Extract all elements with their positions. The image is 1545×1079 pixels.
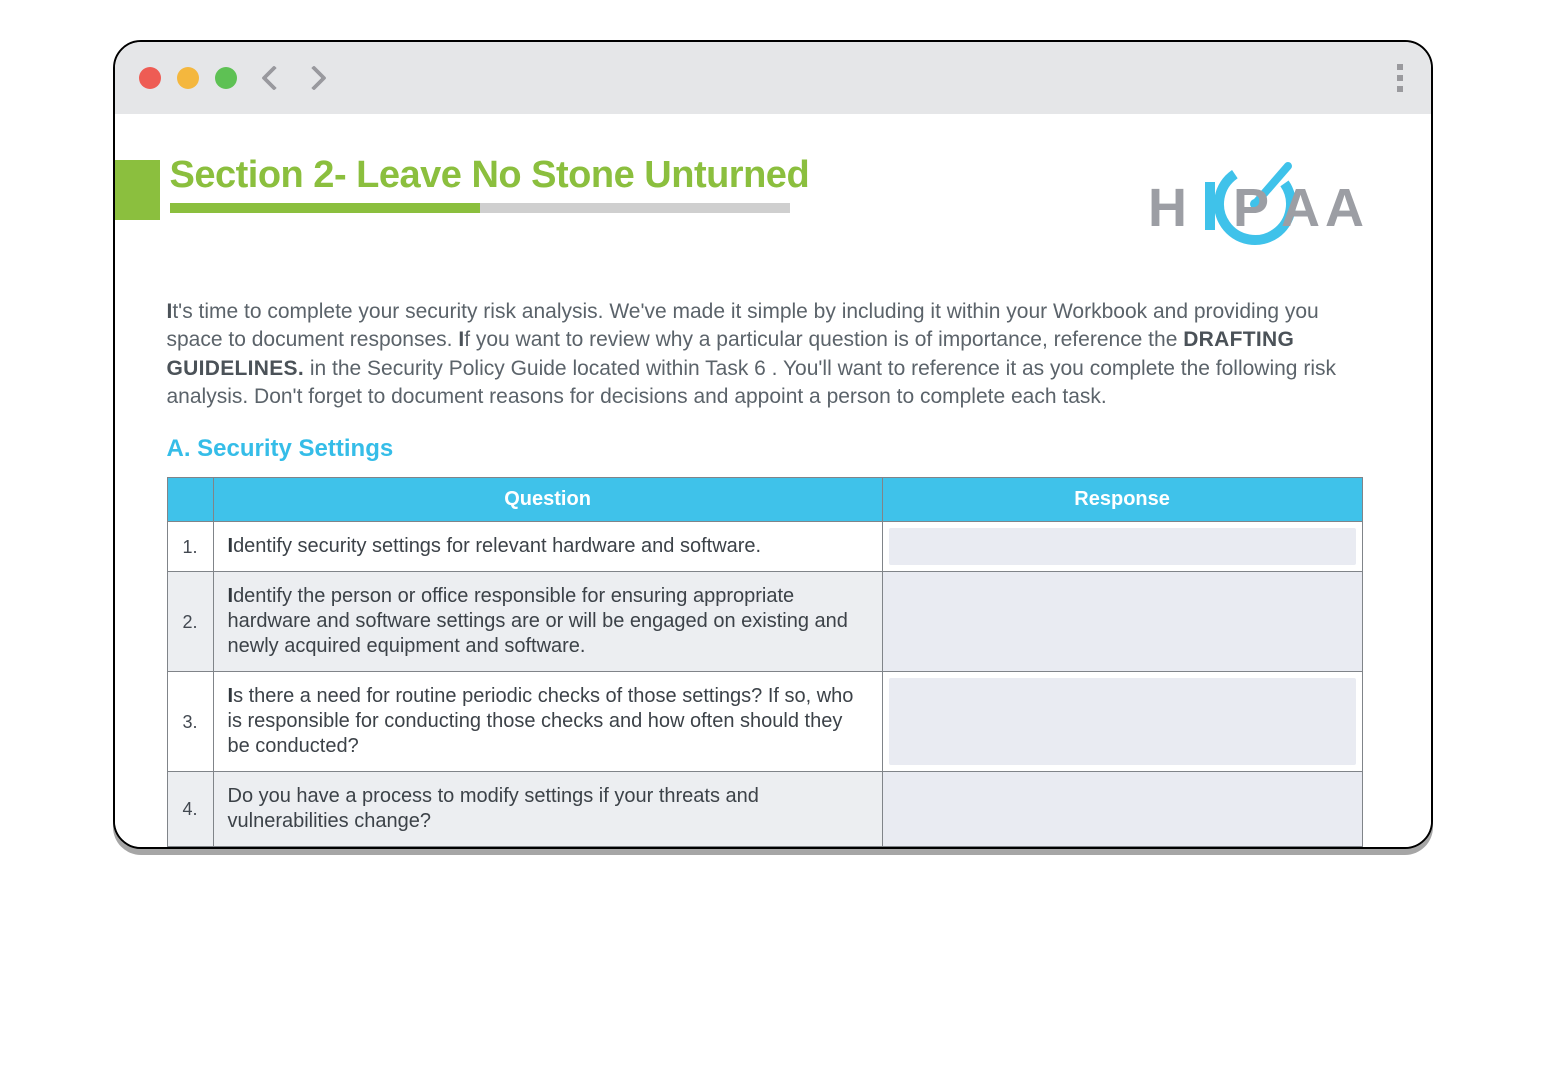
table-row: 4. Do you have a process to modify setti… xyxy=(167,772,1362,847)
page-header: Section 2- Leave No Stone Unturned H xyxy=(115,154,1383,254)
svg-text:H: H xyxy=(1148,178,1187,238)
question-text: dentify the person or office responsible… xyxy=(228,585,848,657)
question-cell: Is there a need for routine periodic che… xyxy=(213,672,882,772)
svg-text:A: A xyxy=(1281,178,1320,238)
table-row: 1. Identify security settings for releva… xyxy=(167,522,1362,572)
titlebar xyxy=(115,42,1431,114)
menu-button[interactable] xyxy=(1393,60,1407,96)
hipaa-logo: H P A A xyxy=(1143,154,1373,254)
question-cell: Identify security settings for relevant … xyxy=(213,522,882,572)
svg-text:P: P xyxy=(1233,178,1269,238)
maximize-window-button[interactable] xyxy=(215,67,237,89)
row-number: 4. xyxy=(167,772,213,847)
section-title: Section 2- Leave No Stone Unturned xyxy=(170,154,1103,197)
progress-track xyxy=(170,203,790,213)
back-button[interactable] xyxy=(261,65,286,90)
section-marker xyxy=(115,160,160,220)
intro-paragraph: It's time to complete your security risk… xyxy=(167,298,1363,411)
document-page: Section 2- Leave No Stone Unturned H xyxy=(115,114,1431,847)
question-text: Do you have a process to modify settings… xyxy=(228,785,759,832)
question-cell: Identify the person or office responsibl… xyxy=(213,572,882,672)
row-number: 3. xyxy=(167,672,213,772)
table-row: 3. Is there a need for routine periodic … xyxy=(167,672,1362,772)
section-title-block: Section 2- Leave No Stone Unturned xyxy=(115,154,1103,220)
window-controls xyxy=(139,67,237,89)
question-text: s there a need for routine periodic chec… xyxy=(228,685,854,757)
row-number: 1. xyxy=(167,522,213,572)
minimize-window-button[interactable] xyxy=(177,67,199,89)
col-header-response: Response xyxy=(882,478,1362,522)
row-number: 2. xyxy=(167,572,213,672)
col-header-number xyxy=(167,478,213,522)
response-cell[interactable] xyxy=(882,672,1362,772)
response-cell[interactable] xyxy=(882,572,1362,672)
response-cell[interactable] xyxy=(882,522,1362,572)
intro-text-3: in the Security Policy Guide located wit… xyxy=(167,357,1336,408)
question-cell: Do you have a process to modify settings… xyxy=(213,772,882,847)
intro-text-2: f you want to review why a particular qu… xyxy=(464,328,1183,351)
subsection-heading: A. Security Settings xyxy=(167,435,1383,463)
security-settings-table: Question Response 1. Identify security s… xyxy=(167,477,1363,847)
browser-window: Section 2- Leave No Stone Unturned H xyxy=(113,40,1433,849)
progress-fill xyxy=(170,203,480,213)
forward-button[interactable] xyxy=(301,65,326,90)
nav-arrows xyxy=(265,69,323,87)
response-cell[interactable] xyxy=(882,772,1362,847)
close-window-button[interactable] xyxy=(139,67,161,89)
svg-text:A: A xyxy=(1325,178,1364,238)
table-row: 2. Identify the person or office respons… xyxy=(167,572,1362,672)
question-text: dentify security settings for relevant h… xyxy=(233,535,761,557)
col-header-question: Question xyxy=(213,478,882,522)
